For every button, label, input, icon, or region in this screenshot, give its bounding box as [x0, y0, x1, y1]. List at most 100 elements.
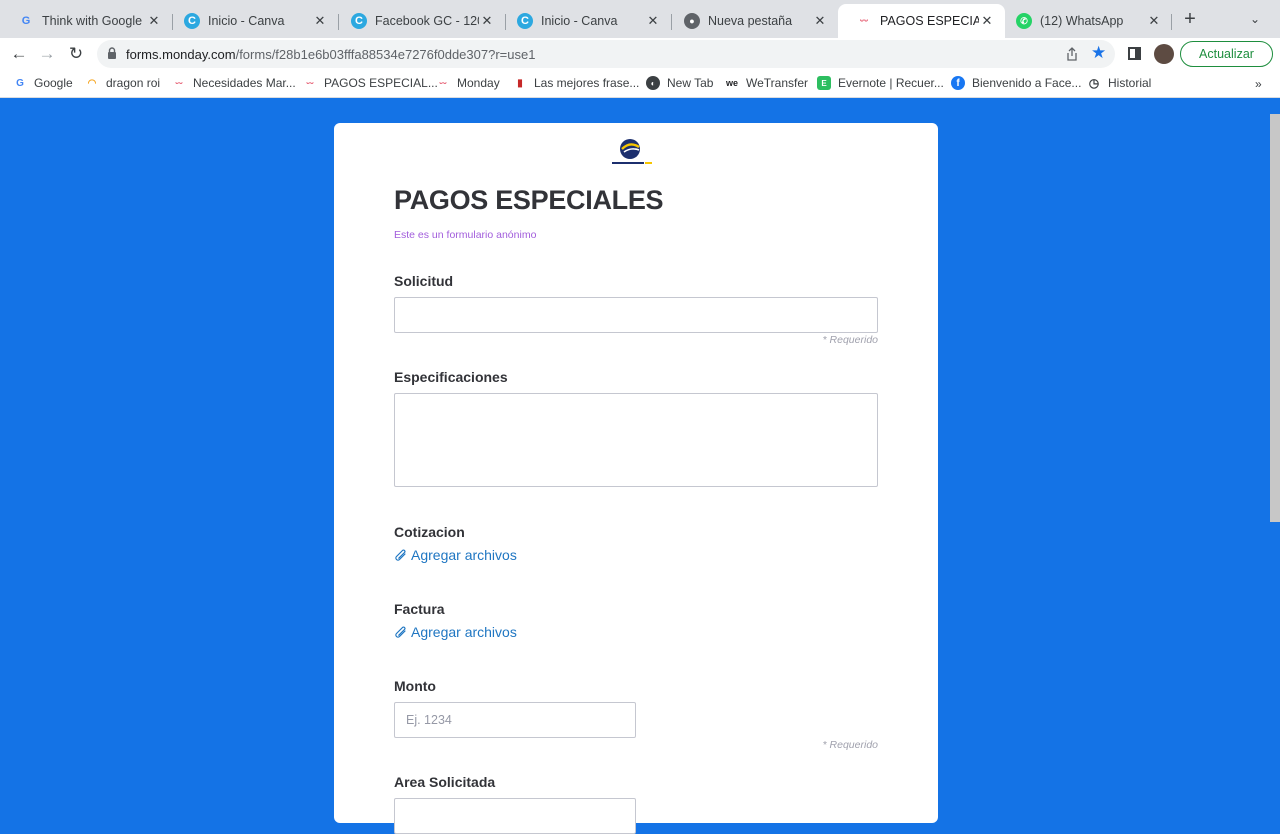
forward-button[interactable]: →	[36, 43, 58, 65]
bookmark-label: Historial	[1108, 76, 1152, 90]
canva-icon: C	[184, 13, 200, 29]
reload-button[interactable]: ↻	[65, 43, 87, 65]
paperclip-icon	[395, 549, 406, 561]
new-tab-button[interactable]: +	[1180, 9, 1200, 30]
bookmark-label: PAGOS ESPECIAL...	[324, 76, 438, 90]
chrome-icon: ●	[684, 13, 700, 29]
bookmark-label: WeTransfer	[746, 76, 809, 90]
close-icon[interactable]: ✕	[312, 13, 328, 29]
bookmark-star-icon[interactable]: ★	[1091, 43, 1106, 63]
globe-icon: ◐	[646, 76, 660, 90]
close-icon[interactable]: ✕	[979, 13, 995, 29]
tab-nueva-pestana[interactable]: ● Nueva pestaña ✕	[666, 4, 838, 38]
avatar[interactable]	[1154, 44, 1174, 64]
bookmark-monday[interactable]: ᵕᵕ Monday	[436, 76, 500, 90]
factura-label: Factura	[394, 601, 445, 617]
bookmark-pagos-especiales[interactable]: ᵕᵕ PAGOS ESPECIAL...	[303, 76, 438, 90]
bookmark-label: dragon roi	[106, 76, 161, 90]
tab-title: (12) WhatsApp	[1040, 14, 1124, 28]
area-solicitada-label: Area Solicitada	[394, 774, 496, 790]
tab-title: Nueva pestaña	[708, 14, 793, 28]
monto-required-note: * Requerido	[822, 739, 878, 751]
solicitud-required-note: * Requerido	[822, 334, 878, 346]
monday-icon: ᵕᵕ	[175, 78, 183, 88]
add-files-label: Agregar archivos	[411, 624, 517, 640]
solicitud-input[interactable]	[394, 297, 878, 333]
tab-search-button[interactable]: ⌄	[1250, 12, 1260, 26]
add-files-label: Agregar archivos	[411, 547, 517, 563]
tab-pagos-especiales[interactable]: ᵕᵕ PAGOS ESPECIALES ✕	[838, 4, 1005, 38]
cotizacion-label: Cotizacion	[394, 524, 465, 540]
bookmark-facebook[interactable]: f Bienvenido a Face...	[951, 76, 1081, 90]
cotizacion-add-files-link[interactable]: Agregar archivos	[394, 547, 517, 563]
bookmark-necesidades[interactable]: ᵕᵕ Necesidades Mar...	[172, 76, 296, 90]
bookmark-frases[interactable]: ▮ Las mejores frase...	[513, 76, 639, 90]
especificaciones-label: Especificaciones	[394, 369, 508, 385]
close-icon[interactable]: ✕	[1146, 13, 1162, 29]
bookmark-google[interactable]: G Google	[13, 76, 73, 90]
bookmark-evernote[interactable]: E Evernote | Recuer...	[817, 76, 944, 90]
tab-title: Inicio - Canva	[208, 14, 285, 28]
monto-label: Monto	[394, 678, 436, 694]
bookmarks-overflow-button[interactable]: »	[1255, 77, 1262, 91]
tab-inicio-canva[interactable]: C Inicio - Canva ✕	[166, 4, 338, 38]
form-description: Este es un formulario anónimo	[394, 229, 537, 241]
bookmark-historial[interactable]: ◷ Historial	[1087, 76, 1152, 90]
area-solicitada-dropdown[interactable]	[394, 798, 636, 834]
google-icon: G	[21, 15, 31, 27]
tab-title: Inicio - Canva	[541, 14, 618, 28]
tab-think-with-google[interactable]: G Think with Google Lat ✕	[0, 4, 172, 38]
page-title: PAGOS ESPECIALES	[394, 185, 664, 215]
google-icon: G	[16, 77, 24, 89]
paperclip-icon	[395, 626, 406, 638]
especificaciones-textarea[interactable]	[394, 393, 878, 487]
bookmark-label: Monday	[457, 76, 500, 90]
bookmark-label: Bienvenido a Face...	[972, 76, 1082, 90]
tab-title: PAGOS ESPECIALES	[880, 14, 979, 28]
dragon-icon: ◠	[87, 77, 97, 89]
tab-strip: G Think with Google Lat ✕ C Inicio - Can…	[0, 0, 1280, 38]
tab-separator	[1171, 14, 1172, 30]
back-button[interactable]: ←	[8, 43, 30, 65]
facebook-icon: f	[951, 76, 965, 90]
wetransfer-icon: we	[725, 78, 738, 88]
url-text[interactable]: forms.monday.com/forms/f28b1e6b03fffa885…	[126, 47, 535, 62]
factura-add-files-link[interactable]: Agregar archivos	[394, 624, 517, 640]
bookmark-label: Evernote | Recuer...	[838, 76, 944, 90]
canva-icon: C	[351, 13, 367, 29]
form-card: PAGOS ESPECIALES Este es un formulario a…	[334, 123, 938, 834]
company-logo	[612, 139, 652, 164]
tab-facebook-gc[interactable]: C Facebook GC - 1200 x ✕	[333, 4, 505, 38]
tab-title: Think with Google Lat	[42, 14, 146, 28]
bookmark-label: Necesidades Mar...	[193, 76, 296, 90]
bookmark-wetransfer[interactable]: we WeTransfer	[725, 76, 808, 90]
url-path: /forms/f28b1e6b03fffa88534e7276f0dde307?…	[235, 47, 536, 62]
solicitud-label: Solicitud	[394, 273, 454, 289]
bookmark-label: Google	[34, 76, 73, 90]
side-panel-icon[interactable]	[1128, 47, 1141, 60]
bookmark-label: New Tab	[667, 76, 714, 90]
evernote-icon: E	[817, 76, 831, 90]
bookmark-dragon-roi[interactable]: ◠ dragon roi	[85, 76, 160, 90]
tab-title: Facebook GC - 1200 x	[375, 14, 479, 28]
canva-icon: C	[517, 13, 533, 29]
close-icon[interactable]: ✕	[146, 13, 162, 29]
address-bar[interactable]: forms.monday.com/forms/f28b1e6b03fffa885…	[97, 40, 1115, 68]
close-icon[interactable]: ✕	[812, 13, 828, 29]
bookmark-new-tab[interactable]: ◐ New Tab	[646, 76, 713, 90]
history-icon: ◷	[1088, 76, 1100, 90]
share-icon[interactable]	[1064, 46, 1080, 62]
whatsapp-icon: ✆	[1016, 13, 1032, 29]
close-icon[interactable]: ✕	[645, 13, 661, 29]
scrollbar-thumb[interactable]	[1270, 114, 1280, 522]
monto-input[interactable]: Ej. 1234	[394, 702, 636, 738]
quotes-icon: ▮	[517, 77, 523, 89]
tab-inicio-canva-2[interactable]: C Inicio - Canva ✕	[499, 4, 671, 38]
url-host: forms.monday.com	[126, 47, 236, 62]
bookmark-label: Las mejores frase...	[534, 76, 640, 90]
monday-icon: ᵕᵕ	[306, 78, 314, 88]
close-icon[interactable]: ✕	[479, 13, 495, 29]
update-button[interactable]: Actualizar	[1180, 41, 1273, 67]
lock-icon	[108, 47, 116, 59]
tab-whatsapp[interactable]: ✆ (12) WhatsApp ✕	[998, 4, 1172, 38]
